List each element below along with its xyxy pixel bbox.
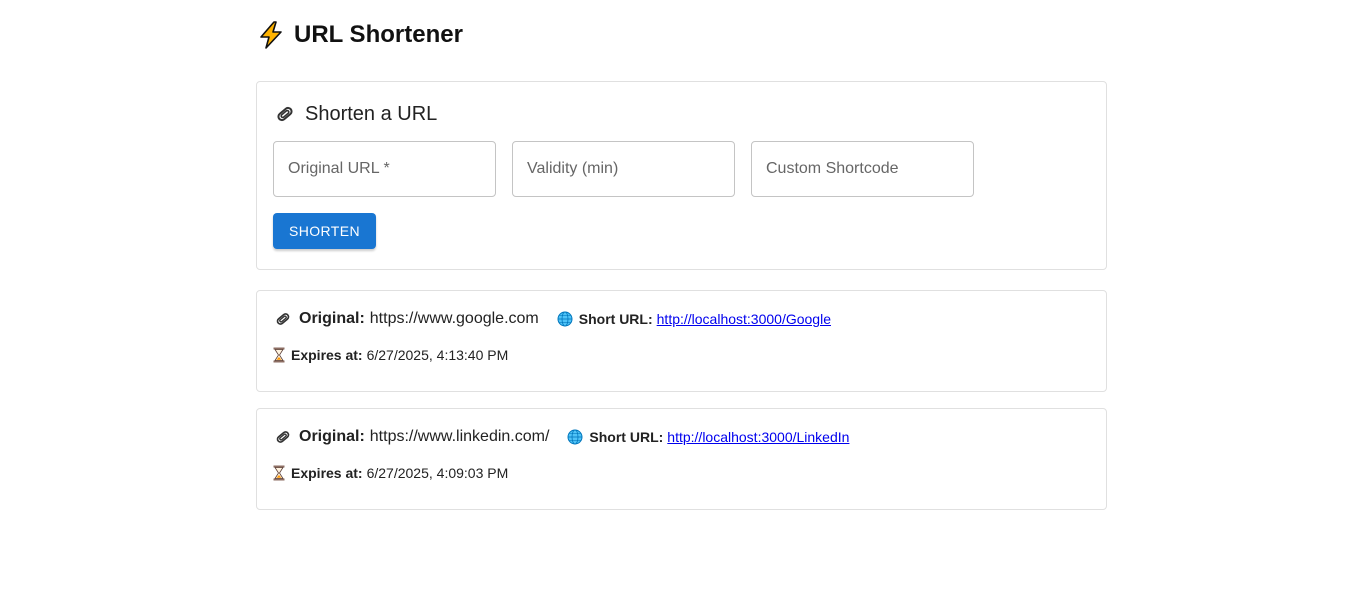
paperclip-icon <box>273 102 297 126</box>
validity-field[interactable] <box>512 141 735 197</box>
app-header: URL Shortener <box>256 0 1107 70</box>
original-label: Original: <box>299 310 365 327</box>
short-url-group: Short URL: http://localhost:3000/Google <box>557 311 831 327</box>
expires-label: Expires at: <box>291 465 363 481</box>
expires-label: Expires at: <box>291 347 363 363</box>
shortcode-input[interactable] <box>752 160 973 178</box>
result-row-expiry: Expires at: 6/27/2025, 4:09:03 PM <box>273 463 1090 483</box>
hourglass-icon <box>273 465 285 481</box>
result-card: Original: https://www.google.com Short U… <box>256 290 1107 392</box>
form-title-text: Shorten a URL <box>305 102 438 125</box>
page-title: URL Shortener <box>294 21 463 48</box>
short-url-label: Short URL: <box>589 429 664 445</box>
shorten-form-card: Shorten a URL SHORTEN <box>256 81 1107 270</box>
short-url-group: Short URL: http://localhost:3000/LinkedI… <box>567 429 849 445</box>
result-card: Original: https://www.linkedin.com/ Shor… <box>256 408 1107 510</box>
original-url: https://www.google.com <box>369 310 539 327</box>
result-row-urls: Original: https://www.linkedin.com/ Shor… <box>273 425 1090 449</box>
globe-icon <box>567 429 583 445</box>
form-title: Shorten a URL <box>273 100 1090 128</box>
original-url-input[interactable] <box>274 160 495 178</box>
result-row-expiry: Expires at: 6/27/2025, 4:13:40 PM <box>273 345 1090 365</box>
hourglass-icon <box>273 347 285 363</box>
lightning-icon <box>256 20 286 50</box>
app-container: URL Shortener Shorten a URL Original URL… <box>256 0 1107 510</box>
original-label: Original: <box>299 428 365 445</box>
expires-value: 6/27/2025, 4:13:40 PM <box>366 347 509 363</box>
validity-input[interactable] <box>513 160 734 178</box>
short-url-link[interactable]: http://localhost:3000/LinkedIn <box>667 429 849 445</box>
shortcode-field[interactable] <box>751 141 974 197</box>
shorten-button[interactable]: SHORTEN <box>273 213 376 249</box>
short-url-link[interactable]: http://localhost:3000/Google <box>657 311 831 327</box>
short-url-label: Short URL: <box>578 311 653 327</box>
original-url-field[interactable] <box>273 141 496 197</box>
globe-icon <box>557 311 573 327</box>
original-url: https://www.linkedin.com/ <box>369 428 550 445</box>
expires-value: 6/27/2025, 4:09:03 PM <box>366 465 509 481</box>
result-row-urls: Original: https://www.google.com Short U… <box>273 307 1090 331</box>
paperclip-icon <box>273 309 293 329</box>
paperclip-icon <box>273 427 293 447</box>
form-fields <box>273 141 1090 197</box>
